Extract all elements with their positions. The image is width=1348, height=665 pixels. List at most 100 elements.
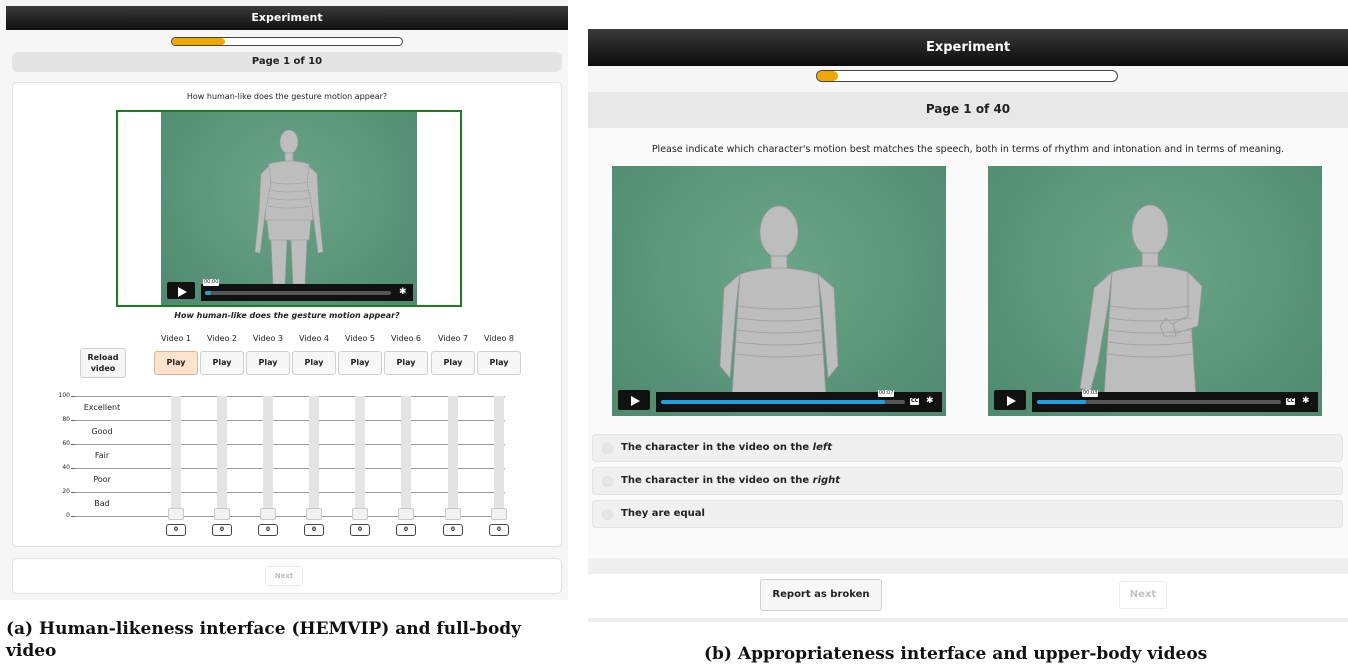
play-icon[interactable] (994, 390, 1026, 410)
scale-tick-label: 20 (62, 488, 70, 495)
rating-slider-track[interactable] (263, 396, 273, 514)
appropriateness-interface: Experiment Page 1 of 40 Please indicate … (588, 26, 1348, 626)
option-text: The character in the video on the (621, 475, 813, 486)
scale-gridline (75, 444, 505, 445)
caption-a: (a) Human-likeness interface (HEMVIP) an… (6, 619, 522, 661)
settings-icon[interactable]: ✱ (926, 397, 934, 406)
radio-button[interactable] (602, 476, 613, 487)
video-label: Video 6 (390, 334, 422, 343)
seek-bar[interactable] (1037, 400, 1281, 404)
scale-tick-label: 0 (66, 512, 70, 519)
hemvip-interface: Experiment Page 1 of 10 How human-like d… (0, 0, 568, 600)
progress-fill (817, 71, 838, 81)
settings-icon[interactable]: ✱ (1302, 397, 1310, 406)
video-label: Video 8 (483, 334, 515, 343)
video-label: Video 7 (437, 334, 469, 343)
upper-body-character-left (719, 205, 839, 397)
time-tooltip: 00:07 (878, 390, 895, 397)
rating-slider-track[interactable] (217, 396, 227, 514)
play-button-video-7[interactable]: Play (431, 351, 475, 375)
progress-area (588, 66, 1348, 92)
rating-slider-handle[interactable] (445, 508, 461, 520)
rating-slider-handle[interactable] (398, 508, 414, 520)
play-button-video-4[interactable]: Play (292, 351, 336, 375)
video-controls: CC ✱ (656, 392, 942, 412)
scale-gridline (75, 492, 505, 493)
video-player-right[interactable]: CC ✱ 00:03 (988, 166, 1322, 416)
video-label: Video 1 (160, 334, 192, 343)
option-label: The character in the video on the right (621, 468, 840, 494)
rating-slider-handle[interactable] (352, 508, 368, 520)
rating-label: Fair (94, 451, 110, 460)
seek-bar[interactable] (205, 291, 391, 295)
rating-value[interactable]: 0 (396, 524, 416, 536)
page-indicator: Page 1 of 40 (588, 92, 1348, 128)
video-label: Video 3 (252, 334, 284, 343)
play-button-video-8[interactable]: Play (477, 351, 521, 375)
full-body-character (254, 129, 324, 285)
video-player-left[interactable]: CC ✱ 00:07 (612, 166, 946, 416)
cc-icon[interactable]: CC (910, 398, 920, 405)
play-icon[interactable] (167, 282, 195, 299)
play-button-video-3[interactable]: Play (246, 351, 290, 375)
next-button[interactable]: Next (265, 566, 303, 586)
report-broken-button[interactable]: Report as broken (760, 579, 882, 611)
time-tooltip: 00:03 (1082, 390, 1099, 397)
play-button-video-1[interactable]: Play (154, 351, 198, 375)
seek-bar[interactable] (661, 400, 905, 404)
next-button[interactable]: Next (1119, 581, 1167, 609)
rating-value[interactable]: 0 (489, 524, 509, 536)
reload-video-button[interactable]: Reload video (80, 348, 126, 378)
rating-slider-handle[interactable] (491, 508, 507, 520)
rating-slider-track[interactable] (401, 396, 411, 514)
settings-icon[interactable]: ✱ (399, 288, 407, 297)
rating-slider-track[interactable] (494, 396, 504, 514)
rating-slider-handle[interactable] (214, 508, 230, 520)
rating-slider-handle[interactable] (260, 508, 276, 520)
video-controls: ✱ (201, 284, 413, 301)
play-button-video-6[interactable]: Play (384, 351, 428, 375)
rating-value[interactable]: 0 (350, 524, 370, 536)
radio-button[interactable] (602, 443, 613, 454)
question-text: Please indicate which character's motion… (651, 144, 1285, 155)
rating-slider-track[interactable] (171, 396, 181, 514)
rating-slider-handle[interactable] (306, 508, 322, 520)
video-player[interactable]: ✱ 00:00 (161, 112, 417, 305)
time-tooltip: 00:00 (203, 279, 220, 286)
play-icon[interactable] (618, 390, 650, 410)
rating-value[interactable]: 0 (443, 524, 463, 536)
answer-option[interactable]: They are equal (592, 500, 1343, 528)
scale-tick-label: 60 (62, 440, 70, 447)
page-indicator: Page 1 of 10 (12, 52, 562, 72)
rating-value[interactable]: 0 (258, 524, 278, 536)
play-button-video-2[interactable]: Play (200, 351, 244, 375)
rating-slider-track[interactable] (448, 396, 458, 514)
seek-progress (205, 291, 211, 295)
radio-button[interactable] (602, 509, 613, 520)
rating-slider-track[interactable] (309, 396, 319, 514)
seek-progress (661, 400, 886, 404)
scale-gridline (75, 516, 505, 517)
scale-gridline (75, 468, 505, 469)
scale-gridline (75, 420, 505, 421)
app-title: Experiment (6, 6, 568, 30)
rating-slider-handle[interactable] (168, 508, 184, 520)
play-button-video-5[interactable]: Play (338, 351, 382, 375)
rating-label: Poor (93, 475, 111, 484)
rating-value[interactable]: 0 (166, 524, 186, 536)
option-emphasis: right (812, 475, 841, 486)
rating-label: Bad (94, 499, 110, 508)
answer-option[interactable]: The character in the video on the left (592, 434, 1343, 462)
rating-label: Good (91, 427, 113, 436)
option-label: The character in the video on the left (621, 435, 832, 461)
cc-icon[interactable]: CC (1286, 398, 1296, 405)
answer-option[interactable]: The character in the video on the right (592, 467, 1343, 495)
rating-value[interactable]: 0 (304, 524, 324, 536)
option-label: They are equal (621, 501, 705, 527)
rating-value[interactable]: 0 (212, 524, 232, 536)
rating-slider-track[interactable] (355, 396, 365, 514)
divider (588, 618, 1348, 622)
progress-fill (172, 38, 225, 45)
progress-bar (816, 70, 1118, 82)
option-emphasis: left (812, 442, 832, 453)
